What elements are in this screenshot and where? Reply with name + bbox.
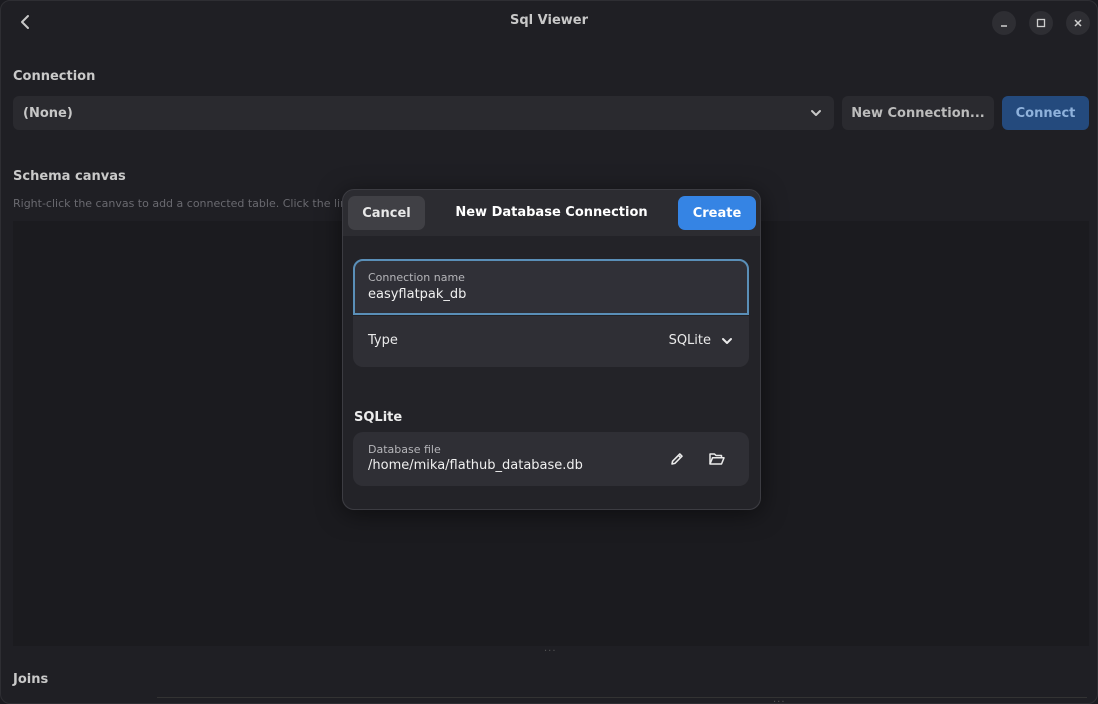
close-icon — [1074, 19, 1082, 27]
open-file-button[interactable] — [701, 443, 733, 475]
edit-path-button[interactable] — [661, 443, 693, 475]
dialog-body: Connection name easyflatpak_db Type SQLi… — [343, 236, 760, 509]
pencil-icon — [671, 453, 683, 465]
database-file-path: /home/mika/flathub_database.db — [368, 458, 583, 473]
connection-name-value[interactable]: easyflatpak_db — [368, 287, 466, 302]
connection-settings-group: Connection name easyflatpak_db Type SQLi… — [353, 259, 749, 367]
connect-button[interactable]: Connect — [1002, 96, 1089, 130]
maximize-button[interactable] — [1029, 11, 1053, 35]
dialog-header: Cancel New Database Connection Create — [343, 190, 760, 236]
connection-name-label: Connection name — [368, 271, 465, 284]
folder-open-icon — [709, 453, 725, 465]
type-selected-value: SQLite — [668, 333, 711, 348]
pane-resize-handle[interactable]: ··· — [544, 646, 557, 657]
bottom-resize-handle[interactable]: ··· — [773, 697, 786, 703]
dialog-title: New Database Connection — [455, 205, 648, 220]
connection-dropdown[interactable]: (None) — [13, 96, 834, 130]
connection-name-field[interactable]: Connection name easyflatpak_db — [353, 259, 749, 315]
schema-canvas-hint: Right-click the canvas to add a connecte… — [13, 197, 390, 210]
joins-section-title: Joins — [13, 672, 49, 687]
type-label: Type — [368, 333, 398, 348]
chevron-down-icon — [722, 338, 732, 344]
app-window: Sql Viewer Connection (None) New Connect… — [0, 0, 1098, 704]
minimize-icon — [1001, 25, 1007, 27]
cancel-button[interactable]: Cancel — [348, 196, 425, 230]
create-button[interactable]: Create — [678, 196, 756, 230]
connection-selected-value: (None) — [23, 105, 73, 121]
close-button[interactable] — [1066, 11, 1090, 35]
header-bar: Sql Viewer — [1, 1, 1097, 43]
connection-section-title: Connection — [13, 69, 96, 84]
database-file-row: Database file /home/mika/flathub_databas… — [353, 432, 749, 486]
sqlite-section-title: SQLite — [354, 410, 403, 425]
joins-panel-edge — [157, 697, 1087, 703]
schema-canvas-title: Schema canvas — [13, 169, 126, 184]
database-file-label: Database file — [368, 443, 441, 456]
new-connection-dialog: Cancel New Database Connection Create Co… — [342, 189, 761, 510]
minimize-button[interactable] — [992, 11, 1016, 35]
maximize-icon — [1036, 18, 1046, 28]
chevron-down-icon — [811, 110, 821, 116]
new-connection-button[interactable]: New Connection... — [842, 96, 994, 130]
type-dropdown[interactable]: Type SQLite — [353, 315, 749, 367]
window-title: Sql Viewer — [510, 13, 588, 28]
